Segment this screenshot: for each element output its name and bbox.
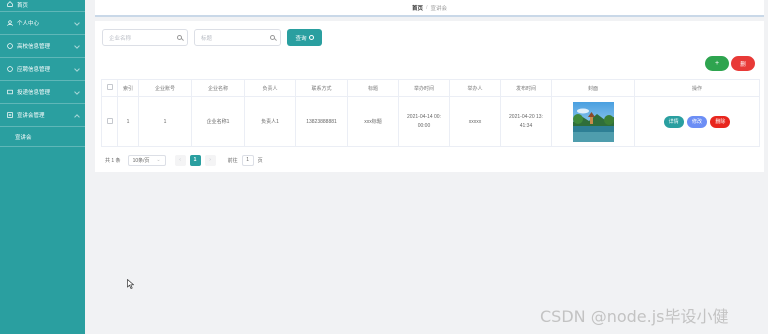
cover-thumbnail-image <box>572 101 614 142</box>
title-placeholder: 标题 <box>201 35 213 42</box>
add-button-label: + <box>714 60 720 67</box>
pagination: 共 1 条 10条/页 ⌄ ‹ 1 › 前往 1 页 <box>105 154 263 166</box>
title-input[interactable]: 标题 <box>194 29 281 46</box>
seminar-table: 索引 企业账号 企业名称 负责人 联系方式 标题 举办时间 举办人 发布时间 封… <box>101 79 760 147</box>
header-phone: 联系方式 <box>295 79 348 97</box>
chevron-down-icon <box>74 89 80 95</box>
cell-title: xxx标题 <box>347 96 399 147</box>
breadcrumb-separator: / <box>425 4 428 11</box>
row-select[interactable] <box>101 96 118 147</box>
page-size-select[interactable]: 10条/页 ⌄ <box>127 154 166 166</box>
chevron-down-icon <box>74 43 80 49</box>
goto-suffix: 页 <box>257 157 263 164</box>
sidebar-item-label: 首页 <box>17 3 29 9</box>
batch-delete-label: 删 <box>740 61 746 68</box>
sidebar-item-label: 应聘信息管理 <box>17 67 51 73</box>
sidebar-item-college[interactable]: 高校信息管理 <box>0 35 85 58</box>
goto-page-input[interactable]: 1 <box>241 154 254 166</box>
checkbox[interactable] <box>106 84 113 90</box>
chevron-down-icon <box>74 66 80 72</box>
sidebar-item-delivery[interactable]: 投递信息管理 <box>0 81 85 104</box>
cell-holder: xxxxx <box>449 96 501 147</box>
hold-time-clock: 00:00 <box>417 122 431 129</box>
header-company: 企业名称 <box>191 79 245 97</box>
detail-button[interactable]: 详情 <box>663 115 684 128</box>
cell-actions: 详情 修改 删除 <box>634 96 760 147</box>
hold-time-date: 2021-04-14 00: <box>407 113 441 120</box>
cell-phone: 13823888881 <box>295 96 348 147</box>
sidebar-item-seminar[interactable]: 宣讲会管理 <box>0 104 85 127</box>
page-number-current[interactable]: 1 <box>189 154 201 166</box>
cell-hold-time: 2021-04-14 00: 00:00 <box>398 96 450 147</box>
chevron-down-icon: ⌄ <box>156 157 161 163</box>
batch-delete-button[interactable]: 删 <box>731 56 755 71</box>
cell-account: 1 <box>138 96 192 147</box>
sidebar-item-label: 宣讲会管理 <box>17 113 45 119</box>
company-name-placeholder: 企业名称 <box>109 35 132 42</box>
cell-cover <box>551 96 635 147</box>
list-icon <box>7 112 13 118</box>
search-icon <box>308 35 314 40</box>
cell-manager: 负责人1 <box>244 96 296 147</box>
header-holder: 举办人 <box>449 79 501 97</box>
send-icon <box>7 89 13 95</box>
building-icon <box>7 43 13 49</box>
sidebar-item-label: 高校信息管理 <box>17 44 51 50</box>
edit-button[interactable]: 修改 <box>686 115 707 128</box>
breadcrumb-home[interactable]: 首页 <box>412 4 423 12</box>
sidebar-item-profile[interactable]: 个人中心 <box>0 12 85 35</box>
header-publish-time: 发布时间 <box>500 79 552 97</box>
sidebar-item-application[interactable]: 应聘信息管理 <box>0 58 85 81</box>
cell-index: 1 <box>117 96 139 147</box>
mouse-cursor-icon <box>127 278 135 291</box>
query-button[interactable]: 查询 <box>287 29 322 46</box>
sidebar-subitem-label: 宣讲会 <box>15 134 32 141</box>
checkbox[interactable] <box>106 117 113 124</box>
page-size-value: 10条/页 <box>132 157 150 164</box>
publish-time-clock: 41:34 <box>519 122 533 129</box>
table-header-row: 索引 企业账号 企业名称 负责人 联系方式 标题 举办时间 举办人 发布时间 封… <box>101 79 760 97</box>
watermark: CSDN @node.js毕设小健 <box>540 307 729 326</box>
header-title: 标题 <box>347 79 399 97</box>
search-icon <box>177 35 182 40</box>
breadcrumb-current: 宣讲会 <box>430 5 448 12</box>
header-account: 企业账号 <box>138 79 192 97</box>
home-icon <box>7 1 13 7</box>
cell-publish-time: 2021-04-20 13: 41:34 <box>500 96 552 147</box>
breadcrumb: 首页 / 宣讲会 <box>95 0 764 17</box>
sidebar-item-home[interactable]: 首页 <box>0 0 85 12</box>
company-name-input[interactable]: 企业名称 <box>102 29 188 46</box>
document-icon <box>7 66 13 72</box>
user-icon <box>7 20 13 26</box>
table-row: 1 1 企业名称1 负责人1 13823888881 xxx标题 2021-04… <box>101 96 760 147</box>
query-button-label: 查询 <box>295 35 307 42</box>
pagination-total: 共 1 条 <box>105 157 121 164</box>
sidebar-item-label: 投递信息管理 <box>17 90 51 96</box>
main-panel: 企业名称 标题 查询 + 删 索引 企业账号 企业名称 负责人 联系方式 标题 … <box>95 21 764 172</box>
header-hold-time: 举办时间 <box>398 79 450 97</box>
delete-button[interactable]: 删除 <box>710 115 731 128</box>
sidebar-item-label: 个人中心 <box>17 21 40 27</box>
sidebar: 首页 个人中心 高校信息管理 应聘信息管理 投递信息管理 宣讲会管理 宣讲会 <box>0 0 85 334</box>
next-page-button[interactable]: › <box>204 154 216 166</box>
header-index: 索引 <box>117 79 139 97</box>
chevron-down-icon <box>74 20 80 26</box>
header-select-all[interactable] <box>101 79 118 97</box>
prev-page-button[interactable]: ‹ <box>174 154 186 166</box>
header-actions: 操作 <box>634 79 760 97</box>
sidebar-subitem-seminar[interactable]: 宣讲会 <box>0 127 85 147</box>
header-manager: 负责人 <box>244 79 296 97</box>
add-button[interactable]: + <box>705 56 729 71</box>
publish-time-date: 2021-04-20 13: <box>509 113 543 120</box>
goto-label: 前往 <box>227 157 238 164</box>
chevron-up-icon <box>74 114 80 120</box>
cell-company: 企业名称1 <box>191 96 245 147</box>
header-cover: 封面 <box>551 79 635 97</box>
search-icon <box>270 35 275 40</box>
